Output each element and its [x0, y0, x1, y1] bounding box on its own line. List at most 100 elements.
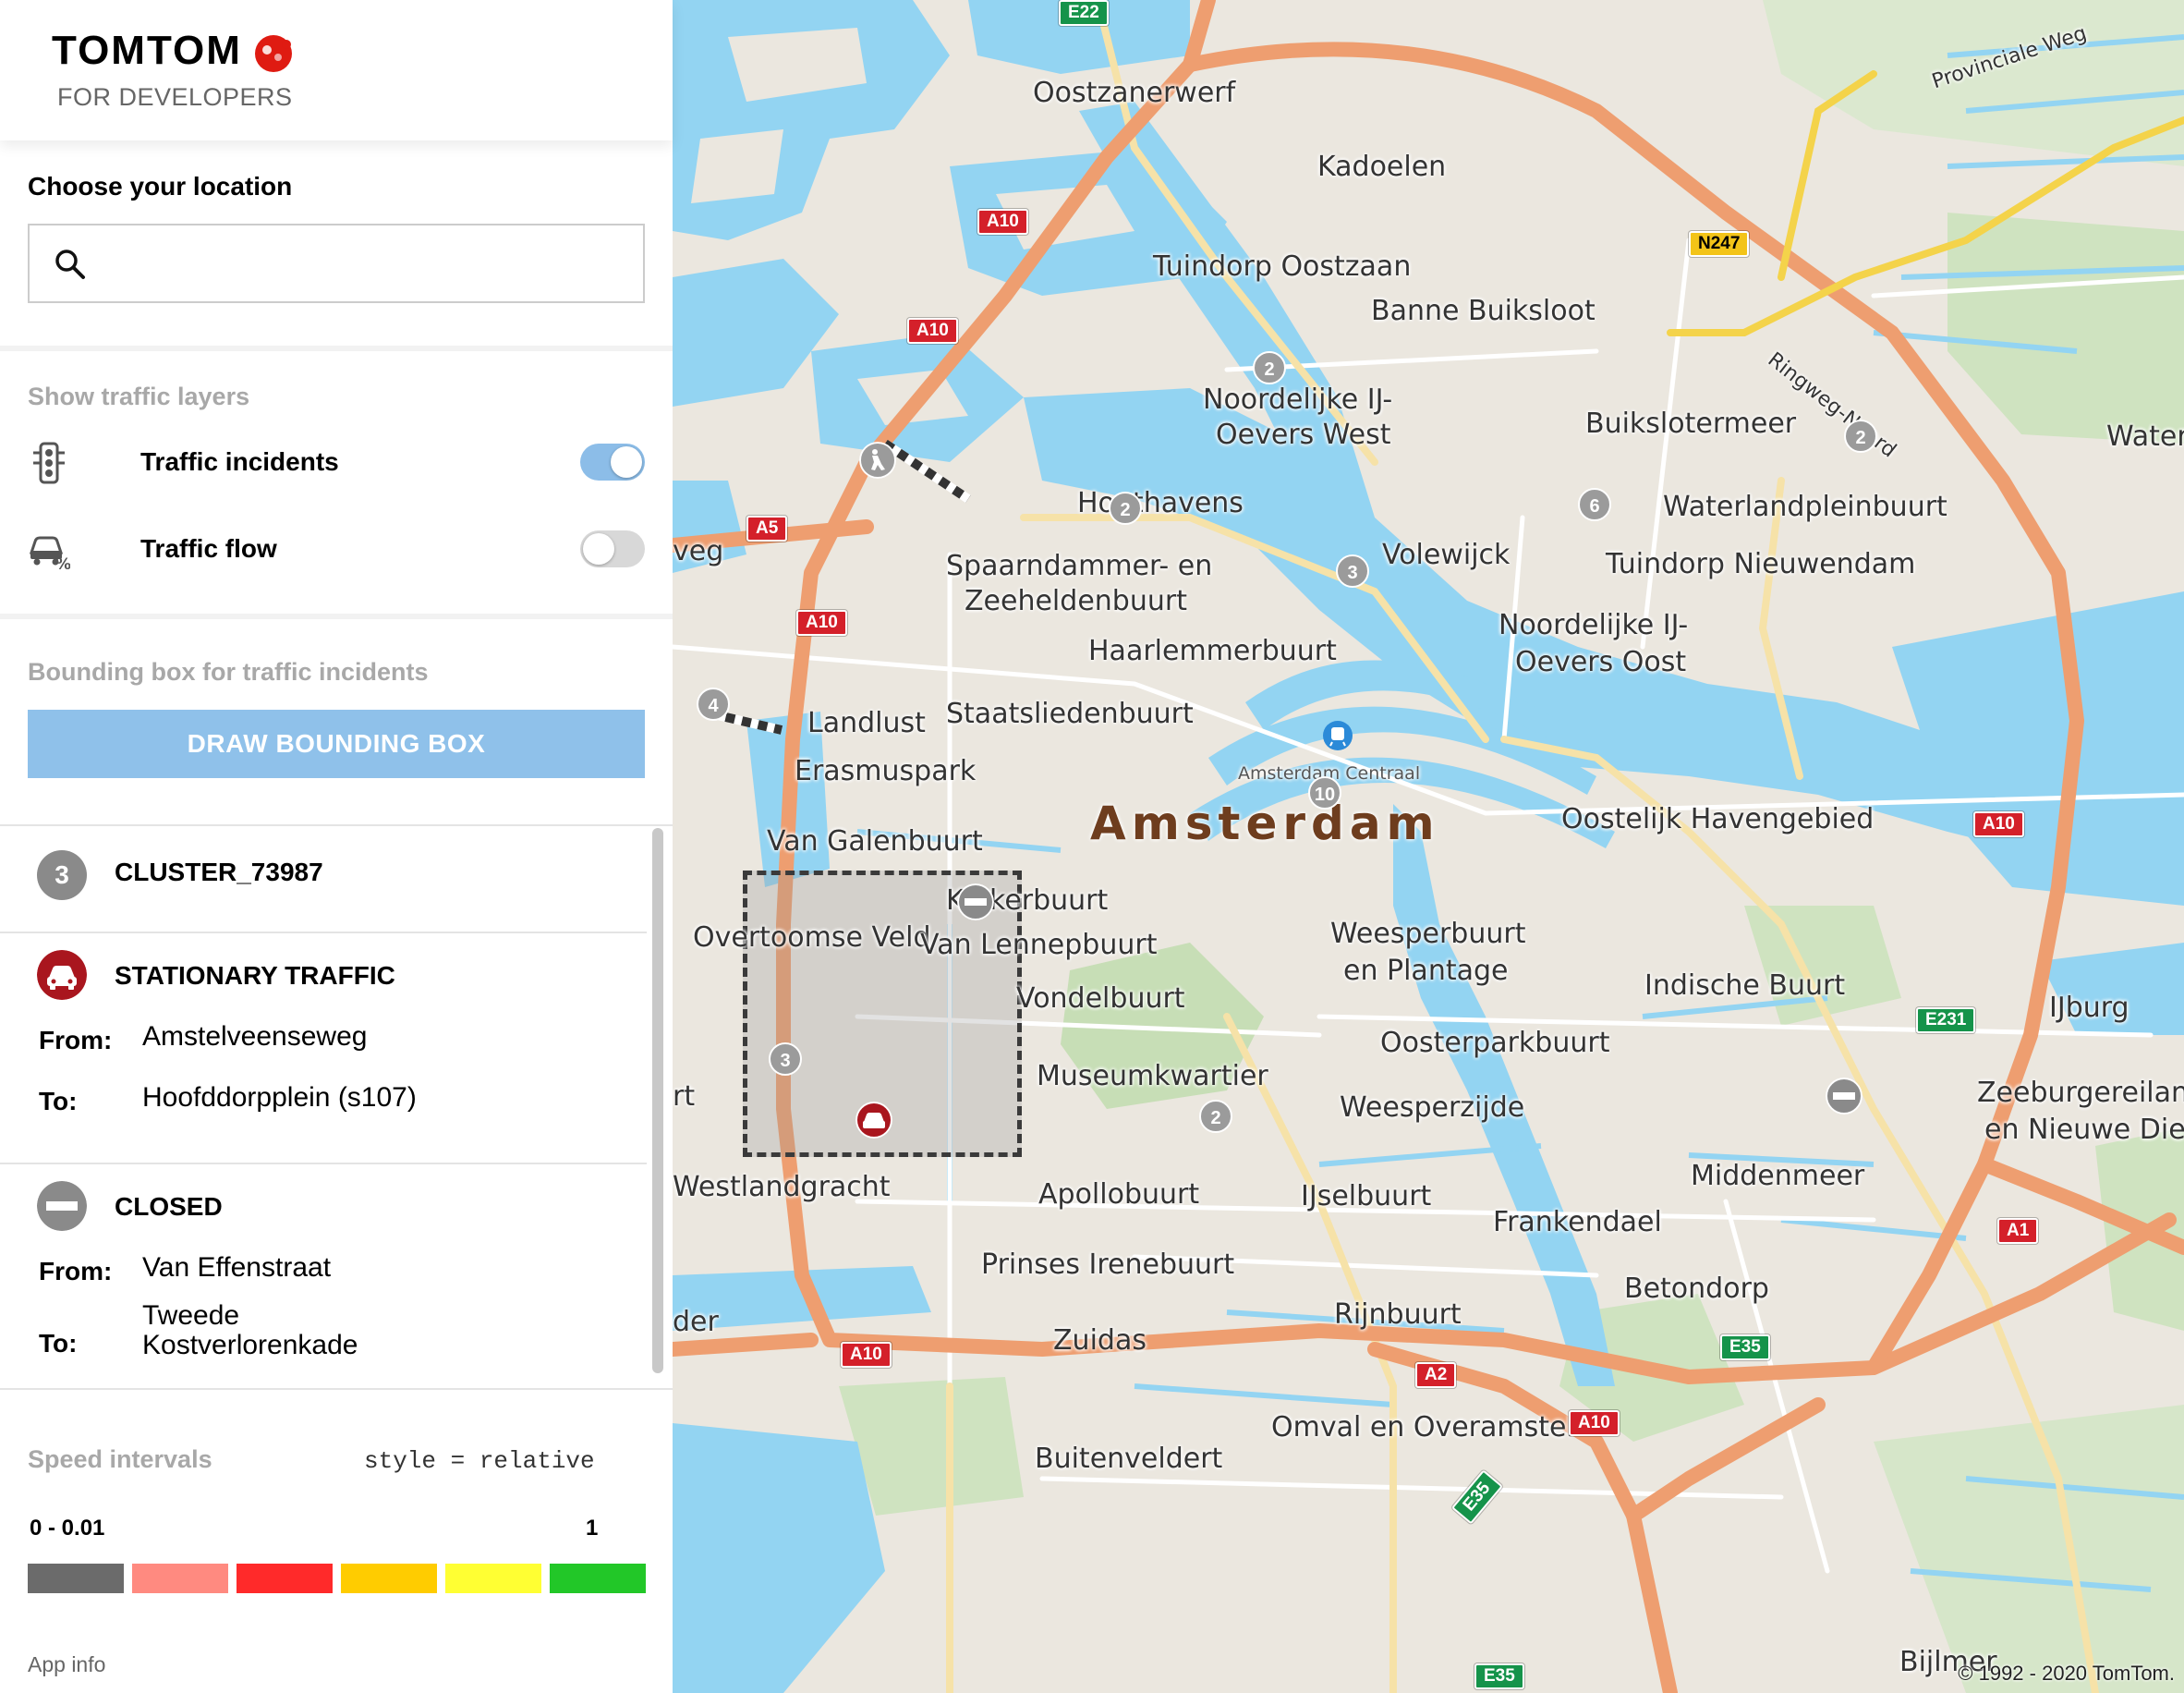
- speed-swatch: [28, 1564, 124, 1593]
- tomtom-logo-icon: [255, 35, 292, 72]
- map-place-label: rt: [673, 1080, 696, 1113]
- map-place-label: Middenmeer: [1691, 1160, 1865, 1192]
- speed-swatch: [341, 1564, 437, 1593]
- incident-item[interactable]: CLOSED From: Van Effenstraat To: Tweede …: [0, 1164, 647, 1388]
- traffic-layers-title: Show traffic layers: [28, 383, 250, 410]
- cluster-id: CLUSTER_73987: [115, 858, 323, 886]
- road-closed-marker[interactable]: [957, 883, 994, 920]
- traffic-flow-icon: %: [29, 536, 70, 571]
- incident-cluster-marker[interactable]: 3: [769, 1042, 802, 1076]
- from-value: Van Effenstraat: [142, 1252, 332, 1283]
- traffic-flow-label: Traffic flow: [140, 534, 277, 563]
- road-shield: E35: [1474, 1663, 1524, 1689]
- incident-type: CLOSED: [115, 1192, 223, 1221]
- map-place-label: Buitenveldert: [1035, 1443, 1223, 1475]
- stationary-traffic-marker[interactable]: [855, 1102, 892, 1139]
- road-shield: A10: [841, 1342, 892, 1368]
- incident-cluster-marker[interactable]: 3: [1336, 554, 1369, 588]
- road-shield: N247: [1689, 231, 1750, 257]
- from-label: From:: [39, 1026, 113, 1054]
- map-place-label: der: [673, 1306, 719, 1338]
- roadworks-marker[interactable]: [859, 442, 896, 479]
- sidebar-panel: TOMTOM FOR DEVELOPERS Choose your locati…: [0, 0, 673, 1693]
- map-place-label: Noordelijke IJ-: [1498, 609, 1689, 641]
- bounding-box-title: Bounding box for traffic incidents: [28, 658, 429, 686]
- speed-swatch: [445, 1564, 541, 1593]
- map-place-label: Weesperbuurt: [1330, 918, 1526, 950]
- road-shield: E35: [1720, 1334, 1770, 1360]
- car-icon: [37, 950, 87, 1000]
- traffic-incidents-label: Traffic incidents: [140, 447, 339, 476]
- road-shield: A1: [1997, 1218, 2039, 1244]
- map-place-label: Erasmuspark: [795, 755, 977, 787]
- map-place-label: Museumkwartier: [1037, 1060, 1268, 1092]
- search-icon: [55, 250, 85, 279]
- location-search-input[interactable]: [107, 238, 625, 288]
- incident-cluster-marker[interactable]: 2: [1253, 351, 1286, 384]
- map-place-label: Zeeburgereiland: [1977, 1077, 2184, 1109]
- map-place-label: Van Lennepbuurt: [920, 929, 1158, 961]
- map-place-label: Haarlemmerbuurt: [1088, 635, 1337, 667]
- map-place-label: Oevers Oost: [1515, 646, 1687, 678]
- to-label: To:: [39, 1329, 78, 1358]
- results-scrollbar[interactable]: [652, 828, 663, 1373]
- map-place-label: Apollobuurt: [1038, 1178, 1200, 1211]
- map-place-label: Zuidas: [1053, 1324, 1147, 1357]
- road-shield: A10: [907, 318, 958, 344]
- map-place-label: Kadoelen: [1317, 151, 1447, 183]
- draw-bounding-box-button[interactable]: DRAW BOUNDING BOX: [28, 710, 645, 778]
- map-place-label: Zeeheldenbuurt: [965, 585, 1187, 617]
- map-place-label: veg: [673, 535, 724, 567]
- map-place-label: Betondorp: [1624, 1273, 1769, 1305]
- map-place-label: Overtoomse Veld: [693, 921, 931, 954]
- incident-type: STATIONARY TRAFFIC: [115, 961, 395, 990]
- cluster-count-badge: 3: [37, 850, 87, 900]
- road-shield: A10: [1973, 811, 2024, 837]
- traffic-incidents-toggle[interactable]: [580, 444, 645, 481]
- map-place-label: Water: [2106, 420, 2184, 453]
- speed-max-label: 1: [586, 1516, 599, 1541]
- map-place-label: Vondelbuurt: [1016, 982, 1185, 1015]
- map-place-label: en Nieuwe Diep: [1984, 1114, 2184, 1146]
- map-place-label: Frankendael: [1493, 1206, 1662, 1238]
- to-label: To:: [39, 1087, 78, 1115]
- map-place-label: Oostelijk Havengebied: [1561, 803, 1875, 835]
- layer-row-traffic-flow[interactable]: % Traffic flow: [28, 521, 645, 577]
- incident-item[interactable]: STATIONARY TRAFFIC From: Amstelveenseweg…: [0, 933, 647, 1146]
- road-shield: E22: [1059, 0, 1109, 26]
- map-place-label: Van Galenbuurt: [767, 825, 983, 858]
- from-value: Amstelveenseweg: [142, 1021, 368, 1052]
- map-place-label: Waterlandpleinbuurt: [1663, 491, 1947, 523]
- map-canvas[interactable]: Amsterdam Oostzanerwerf Kadoelen Provinc…: [673, 0, 2184, 1693]
- location-search-box[interactable]: [28, 224, 645, 303]
- road-shield: A5: [746, 516, 788, 542]
- speed-swatch: [237, 1564, 333, 1593]
- incident-cluster-marker[interactable]: 2: [1199, 1100, 1232, 1133]
- road-shield: A10: [1569, 1410, 1620, 1436]
- brand-header: TOMTOM FOR DEVELOPERS: [0, 0, 673, 140]
- map-place-label: Oostzanerwerf: [1033, 77, 1236, 109]
- map-place-label: Rijnbuurt: [1334, 1298, 1462, 1331]
- incident-cluster-marker[interactable]: 4: [697, 688, 730, 721]
- layer-row-traffic-incidents[interactable]: Traffic incidents: [28, 434, 645, 490]
- map-place-label: en Plantage: [1343, 955, 1509, 987]
- incident-cluster-marker[interactable]: 2: [1109, 492, 1142, 525]
- traffic-flow-toggle[interactable]: [580, 530, 645, 567]
- cluster-row[interactable]: 3 CLUSTER_73987: [0, 826, 647, 932]
- incident-cluster-marker[interactable]: 2: [1844, 420, 1877, 453]
- map-place-label: Spaarndammer- en: [946, 550, 1213, 582]
- incident-results-list[interactable]: 3 CLUSTER_73987 STATIONARY TRAFFIC From:…: [0, 824, 673, 1390]
- map-place-label: Noordelijke IJ-: [1203, 384, 1393, 416]
- app-info-link[interactable]: App info: [28, 1652, 105, 1677]
- road-closed-marker[interactable]: [1826, 1078, 1862, 1114]
- map-place-label: IJselbuurt: [1301, 1180, 1432, 1212]
- speed-min-label: 0 - 0.01: [30, 1516, 105, 1541]
- incident-cluster-marker[interactable]: 10: [1308, 776, 1341, 810]
- map-place-label: Prinses Irenebuurt: [981, 1248, 1235, 1281]
- section-divider: [0, 614, 673, 619]
- toggle-knob: [583, 533, 614, 565]
- map-place-label: IJburg: [2049, 992, 2129, 1024]
- incident-cluster-marker[interactable]: 6: [1578, 488, 1611, 521]
- map-place-label: Indische Buurt: [1644, 969, 1846, 1002]
- map-place-label: Banne Buiksloot: [1371, 295, 1596, 327]
